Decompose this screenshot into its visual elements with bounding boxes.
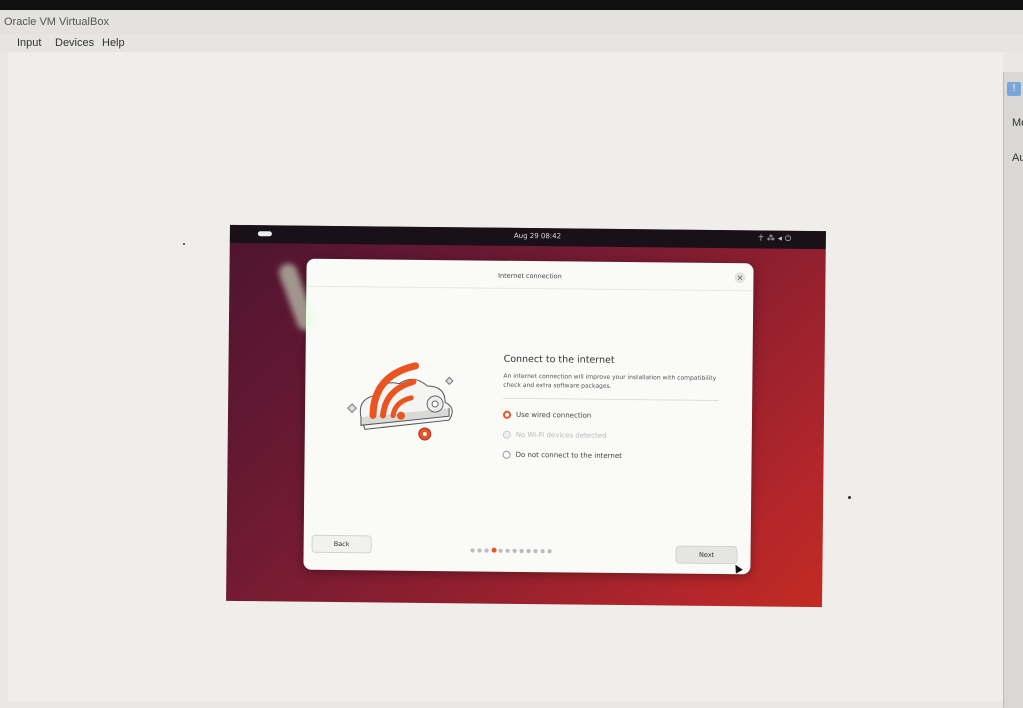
progress-dot xyxy=(540,549,545,553)
dialog-title: Internet connection xyxy=(498,271,562,281)
guest-clock[interactable]: Aug 29 08:42 xyxy=(514,232,561,240)
radio-unselected-icon[interactable] xyxy=(502,450,511,459)
option-no-connection[interactable]: Do not connect to the internet xyxy=(502,449,622,462)
host-window-title: Oracle VM VirtualBox xyxy=(4,16,109,28)
menu-help[interactable]: Help xyxy=(102,37,125,49)
notification-icon[interactable]: ! xyxy=(1007,82,1021,96)
progress-dot xyxy=(498,548,503,553)
menu-devices[interactable]: Devices xyxy=(55,37,94,49)
side-panel-item[interactable]: Au xyxy=(1012,152,1023,164)
option-wired-connection[interactable]: Use wired connection xyxy=(502,409,592,422)
option-label: Use wired connection xyxy=(515,410,592,420)
close-icon[interactable]: × xyxy=(734,272,746,284)
menu-input[interactable]: Input xyxy=(17,37,41,49)
network-icon[interactable]: ⁂ xyxy=(767,234,778,243)
progress-dot xyxy=(533,549,538,553)
progress-dot-active xyxy=(491,547,497,553)
page-heading: Connect to the internet xyxy=(503,353,615,366)
next-button[interactable]: Next xyxy=(675,545,738,565)
system-tray[interactable]: ☥⁂◂⏻ xyxy=(758,233,794,243)
accessibility-icon[interactable]: ☥ xyxy=(758,233,767,242)
installer-dialog: Internet connection × Connect to the int… xyxy=(303,258,754,575)
progress-dot xyxy=(512,548,517,553)
host-titlebar: Oracle VM VirtualBox xyxy=(0,10,1023,34)
progress-dot xyxy=(484,548,489,553)
activities-button[interactable] xyxy=(257,231,272,237)
radio-disabled-icon xyxy=(502,430,511,439)
progress-dot xyxy=(519,548,524,553)
screen-speck xyxy=(183,243,185,245)
progress-dot xyxy=(477,548,482,553)
guest-desktop: Aug 29 08:42 ☥⁂◂⏻ Internet connection × xyxy=(226,224,826,608)
page-description: An internet connection will improve your… xyxy=(503,372,717,390)
dialog-header-divider xyxy=(306,285,754,292)
content-divider xyxy=(503,397,719,402)
progress-dot xyxy=(505,548,510,553)
progress-dot xyxy=(526,549,531,553)
progress-dot xyxy=(470,548,475,552)
internet-connection-illustration xyxy=(347,362,454,441)
screen-speck xyxy=(848,496,851,499)
screen-bezel-top xyxy=(0,0,1023,10)
back-button[interactable]: Back xyxy=(311,534,372,554)
option-label: Do not connect to the internet xyxy=(515,450,622,461)
option-label: No Wi-Fi devices detected xyxy=(515,430,607,440)
progress-dot xyxy=(547,549,552,553)
host-menubar: Input Devices Help xyxy=(0,34,1023,52)
power-icon[interactable]: ⏻ xyxy=(785,234,794,243)
option-wifi-disabled: No Wi-Fi devices detected xyxy=(502,429,607,442)
host-side-panel: ! Mo Au xyxy=(1003,72,1023,708)
radio-selected-icon[interactable] xyxy=(502,410,512,419)
side-panel-item[interactable]: Mo xyxy=(1012,117,1023,129)
